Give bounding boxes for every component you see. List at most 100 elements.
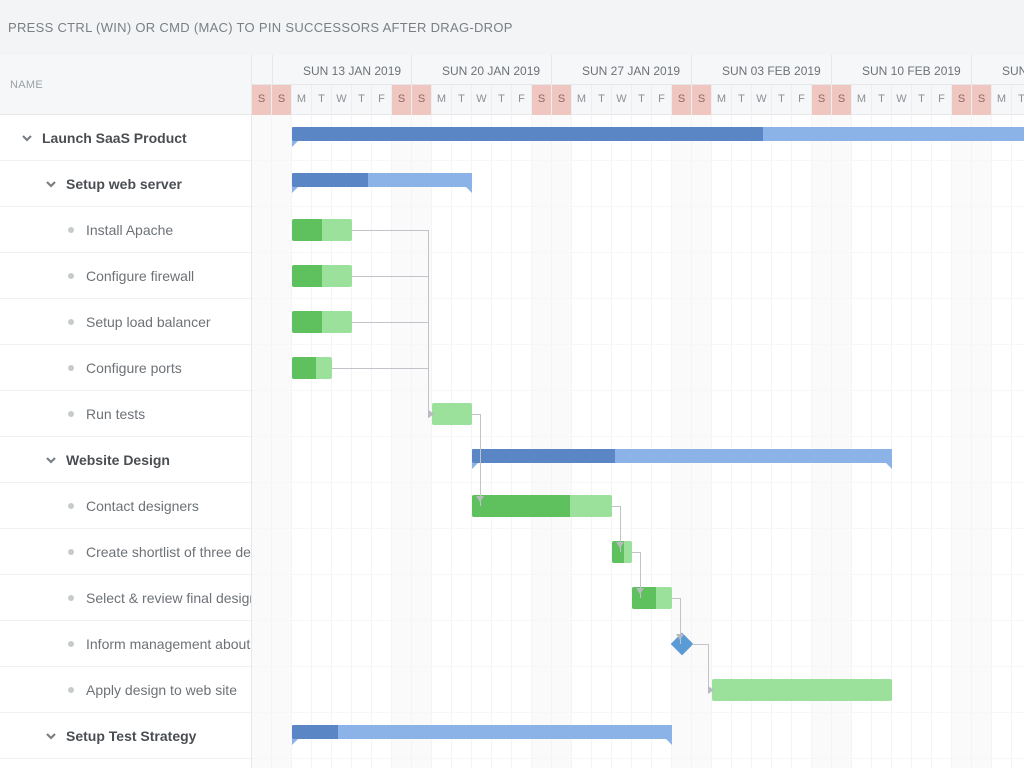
- chevron-down-icon[interactable]: [44, 177, 58, 191]
- day-header-cell: W: [472, 85, 492, 115]
- bullet-icon: [68, 503, 74, 509]
- day-header-cell: M: [432, 85, 452, 115]
- chevron-down-icon[interactable]: [44, 453, 58, 467]
- task-row[interactable]: Run tests: [0, 391, 251, 437]
- dependency-line: [692, 644, 708, 645]
- day-header-cell: T: [732, 85, 752, 115]
- day-header-cell: M: [712, 85, 732, 115]
- task-label: Contact designers: [86, 498, 199, 514]
- timeline-grid[interactable]: [252, 115, 1024, 768]
- day-header-cell: S: [412, 85, 432, 115]
- day-header-cell: W: [612, 85, 632, 115]
- gantt-task-bar[interactable]: [292, 357, 332, 379]
- gantt-task-bar[interactable]: [712, 679, 892, 701]
- day-header-cell: T: [312, 85, 332, 115]
- task-tree-rows: Launch SaaS Product Setup web server Insta…: [0, 115, 251, 768]
- day-header-cell: F: [512, 85, 532, 115]
- task-row[interactable]: Configure ports: [0, 345, 251, 391]
- day-header-cell: M: [992, 85, 1012, 115]
- day-header-cell: T: [912, 85, 932, 115]
- day-header-cell: M: [572, 85, 592, 115]
- dependency-arrowhead-icon: [636, 588, 644, 594]
- task-row[interactable]: Apply design to web site: [0, 667, 251, 713]
- day-header-cell: T: [452, 85, 472, 115]
- week-header-cell: SUN 10 FEB 2019: [832, 55, 972, 84]
- day-header-cell: F: [652, 85, 672, 115]
- bullet-icon: [68, 549, 74, 555]
- grid-row-line: [252, 667, 1024, 713]
- dependency-line: [352, 322, 428, 323]
- day-header-cell: S: [552, 85, 572, 115]
- task-label: Install Apache: [86, 222, 173, 238]
- day-header-cell: S: [532, 85, 552, 115]
- gantt-summary-bar[interactable]: [472, 449, 892, 463]
- day-header-cell: S: [392, 85, 412, 115]
- gantt-progress-fill: [472, 495, 570, 517]
- task-row[interactable]: Setup Test Strategy: [0, 713, 251, 759]
- day-header-cell: M: [292, 85, 312, 115]
- gantt-summary-bar[interactable]: [292, 127, 1024, 141]
- dependency-line: [332, 368, 428, 369]
- bullet-icon: [68, 365, 74, 371]
- task-label: Create shortlist of three designers: [86, 544, 251, 560]
- gantt-progress-fill: [292, 725, 338, 739]
- day-header-cell: F: [932, 85, 952, 115]
- day-header-cell: F: [792, 85, 812, 115]
- day-header-cell: S: [692, 85, 712, 115]
- dependency-arrowhead-icon: [616, 542, 624, 548]
- dependency-line: [428, 368, 429, 414]
- dependency-line: [632, 552, 640, 553]
- day-header-cell: S: [952, 85, 972, 115]
- day-header-cell: F: [372, 85, 392, 115]
- day-header-cell: T: [492, 85, 512, 115]
- grid-row-line: [252, 621, 1024, 667]
- bullet-icon: [68, 319, 74, 325]
- day-header-cell: S: [672, 85, 692, 115]
- gantt-progress-fill: [292, 127, 763, 141]
- day-header-cell: T: [772, 85, 792, 115]
- gantt-task-bar[interactable]: [292, 219, 352, 241]
- task-row[interactable]: Configure firewall: [0, 253, 251, 299]
- gantt-progress-fill: [292, 311, 322, 333]
- chevron-down-icon[interactable]: [44, 729, 58, 743]
- dependency-arrowhead-icon: [476, 496, 484, 502]
- day-header-cell: S: [972, 85, 992, 115]
- timeline-panel[interactable]: SUN 13 JAN 2019SUN 20 JAN 2019SUN 27 JAN…: [252, 55, 1024, 768]
- task-row[interactable]: Website Design: [0, 437, 251, 483]
- task-label: Setup web server: [66, 176, 182, 192]
- day-header-cell: S: [252, 85, 272, 115]
- gantt-task-bar[interactable]: [432, 403, 472, 425]
- gantt-task-bar[interactable]: [292, 265, 352, 287]
- task-row[interactable]: Setup load balancer: [0, 299, 251, 345]
- bullet-icon: [68, 273, 74, 279]
- day-header-cell: T: [1012, 85, 1024, 115]
- task-row[interactable]: Select & review final design: [0, 575, 251, 621]
- gantt-summary-bar[interactable]: [292, 173, 472, 187]
- task-label: Inform management about decision: [86, 636, 251, 652]
- task-row[interactable]: Launch SaaS Product: [0, 115, 251, 161]
- day-header-cell: S: [272, 85, 292, 115]
- task-row[interactable]: Setup web server: [0, 161, 251, 207]
- task-row[interactable]: Contact designers: [0, 483, 251, 529]
- gantt-task-bar[interactable]: [292, 311, 352, 333]
- task-row[interactable]: Create shortlist of three designers: [0, 529, 251, 575]
- dependency-line: [480, 414, 481, 506]
- gantt-chart: NAME Launch SaaS ProductSetup web server…: [0, 55, 1024, 768]
- task-row[interactable]: Inform management about decision: [0, 621, 251, 667]
- dependency-line: [672, 598, 680, 599]
- timeline-week-row: SUN 13 JAN 2019SUN 20 JAN 2019SUN 27 JAN…: [252, 55, 1024, 85]
- task-row[interactable]: Install Apache: [0, 207, 251, 253]
- week-header-cell: SUN 20 JAN 2019: [412, 55, 552, 84]
- dependency-line: [352, 230, 428, 231]
- chevron-down-icon[interactable]: [20, 131, 34, 145]
- task-label: Setup load balancer: [86, 314, 211, 330]
- day-header-cell: W: [752, 85, 772, 115]
- day-header-cell: S: [812, 85, 832, 115]
- gantt-progress-fill: [292, 173, 368, 187]
- day-header-cell: W: [332, 85, 352, 115]
- day-header-cell: M: [852, 85, 872, 115]
- gantt-task-bar[interactable]: [472, 495, 612, 517]
- gantt-summary-bar[interactable]: [292, 725, 672, 739]
- dependency-line: [472, 414, 480, 415]
- day-header-cell: T: [632, 85, 652, 115]
